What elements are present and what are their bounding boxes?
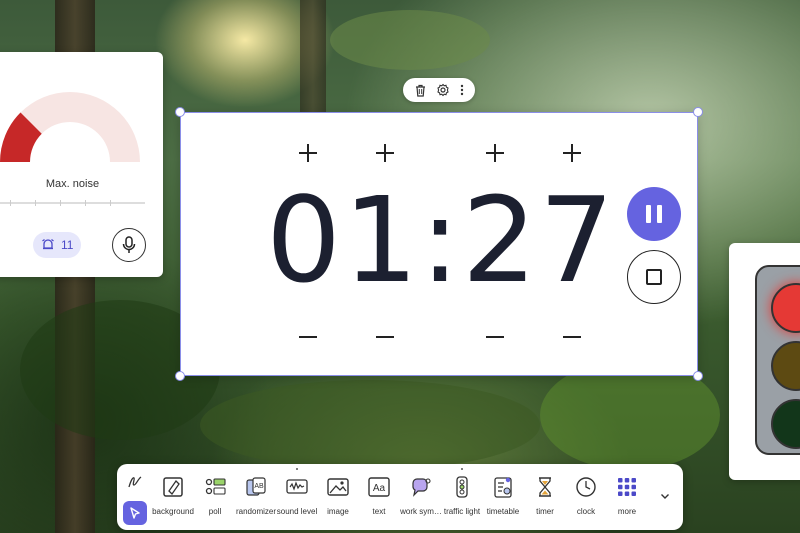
minutes-tens-increment-button[interactable] <box>298 143 318 163</box>
tool-background[interactable]: background <box>149 474 197 526</box>
sound-level-icon <box>286 479 308 494</box>
pause-icon <box>646 205 651 223</box>
widget-toolbar: background poll AB randomizer sound leve… <box>117 464 683 530</box>
alarm-count-badge[interactable]: 11 <box>33 232 82 258</box>
pen-tool-button[interactable] <box>125 472 145 492</box>
alarm-bell-icon <box>42 239 54 250</box>
resize-handle-top-right[interactable] <box>693 107 703 117</box>
tool-more[interactable]: more <box>603 474 651 526</box>
minutes-ones-increment-button[interactable] <box>375 143 395 163</box>
tool-label: clock <box>576 507 596 516</box>
traffic-light-widget[interactable] <box>729 243 800 480</box>
tool-label: timetable <box>486 507 520 516</box>
pen-scribble-icon <box>128 476 142 488</box>
tool-label: randomizer <box>235 507 276 516</box>
tool-label: work sym… <box>400 507 442 516</box>
alarm-count: 11 <box>61 238 74 252</box>
tool-label: text <box>372 507 386 516</box>
background-icon <box>163 477 183 497</box>
select-tool-button[interactable] <box>123 501 147 525</box>
resize-handle-top-left[interactable] <box>175 107 185 117</box>
text-icon: Aa <box>368 477 390 497</box>
tool-label: background <box>152 507 194 516</box>
chevron-down-icon[interactable] <box>659 490 671 502</box>
grid-icon <box>618 478 636 496</box>
traffic-light-red[interactable] <box>771 283 800 333</box>
seconds-ones-increment-button[interactable] <box>562 143 582 163</box>
tool-label: timer <box>536 507 554 516</box>
pause-button[interactable] <box>627 187 681 241</box>
tool-label: sound level <box>276 507 318 516</box>
trash-icon[interactable] <box>414 84 427 97</box>
minutes-ones-decrement-button[interactable] <box>375 327 395 347</box>
traffic-light-yellow[interactable] <box>771 341 800 391</box>
tool-text[interactable]: Aa text <box>355 474 403 526</box>
svg-text:AB: AB <box>254 483 264 490</box>
seconds-tens-decrement-button[interactable] <box>485 327 505 347</box>
noise-meter-widget[interactable]: Max. noise 11 <box>0 52 163 277</box>
hourglass-icon <box>539 477 551 497</box>
widget-action-toolbar <box>403 78 475 102</box>
image-icon <box>327 478 349 496</box>
tree-trunk-back <box>300 0 326 120</box>
foliage <box>200 380 540 470</box>
pause-icon-bar <box>657 205 662 223</box>
new-indicator-dot <box>296 468 298 470</box>
gear-icon[interactable] <box>436 83 450 97</box>
noise-threshold-slider[interactable] <box>0 200 145 206</box>
stop-button[interactable] <box>627 250 681 304</box>
microphone-icon <box>122 236 136 253</box>
noise-max-label: Max. noise <box>45 178 100 190</box>
tool-label: traffic light <box>443 507 481 516</box>
traffic-light-icon <box>456 476 468 498</box>
clock-icon <box>576 477 596 497</box>
tool-label: more <box>617 507 637 516</box>
randomizer-icon: AB <box>246 477 266 496</box>
seconds-ones-decrement-button[interactable] <box>562 327 582 347</box>
poll-icon <box>205 478 226 495</box>
tool-label: image <box>327 507 349 516</box>
seconds-tens-increment-button[interactable] <box>485 143 505 163</box>
noise-gauge <box>0 92 140 162</box>
work-symbols-icon <box>412 478 431 497</box>
svg-text:Aa: Aa <box>373 483 386 494</box>
minutes-tens-decrement-button[interactable] <box>298 327 318 347</box>
timer-display: 01:27 <box>266 171 617 309</box>
timer-widget[interactable]: 01:27 <box>175 107 703 381</box>
stop-icon <box>646 269 662 285</box>
tool-timetable[interactable]: timetable <box>479 474 527 526</box>
foliage <box>330 10 490 70</box>
timetable-icon <box>494 477 512 498</box>
resize-handle-bottom-right[interactable] <box>693 371 703 381</box>
draw-select-group <box>121 468 149 526</box>
microphone-button[interactable] <box>112 228 146 262</box>
more-vertical-icon[interactable] <box>459 84 465 96</box>
resize-handle-bottom-left[interactable] <box>175 371 185 381</box>
traffic-light-body <box>755 265 800 455</box>
tool-label: poll <box>208 507 222 516</box>
new-indicator-dot <box>461 468 463 470</box>
cursor-arrow-icon <box>130 507 140 519</box>
traffic-light-green[interactable] <box>771 399 800 449</box>
